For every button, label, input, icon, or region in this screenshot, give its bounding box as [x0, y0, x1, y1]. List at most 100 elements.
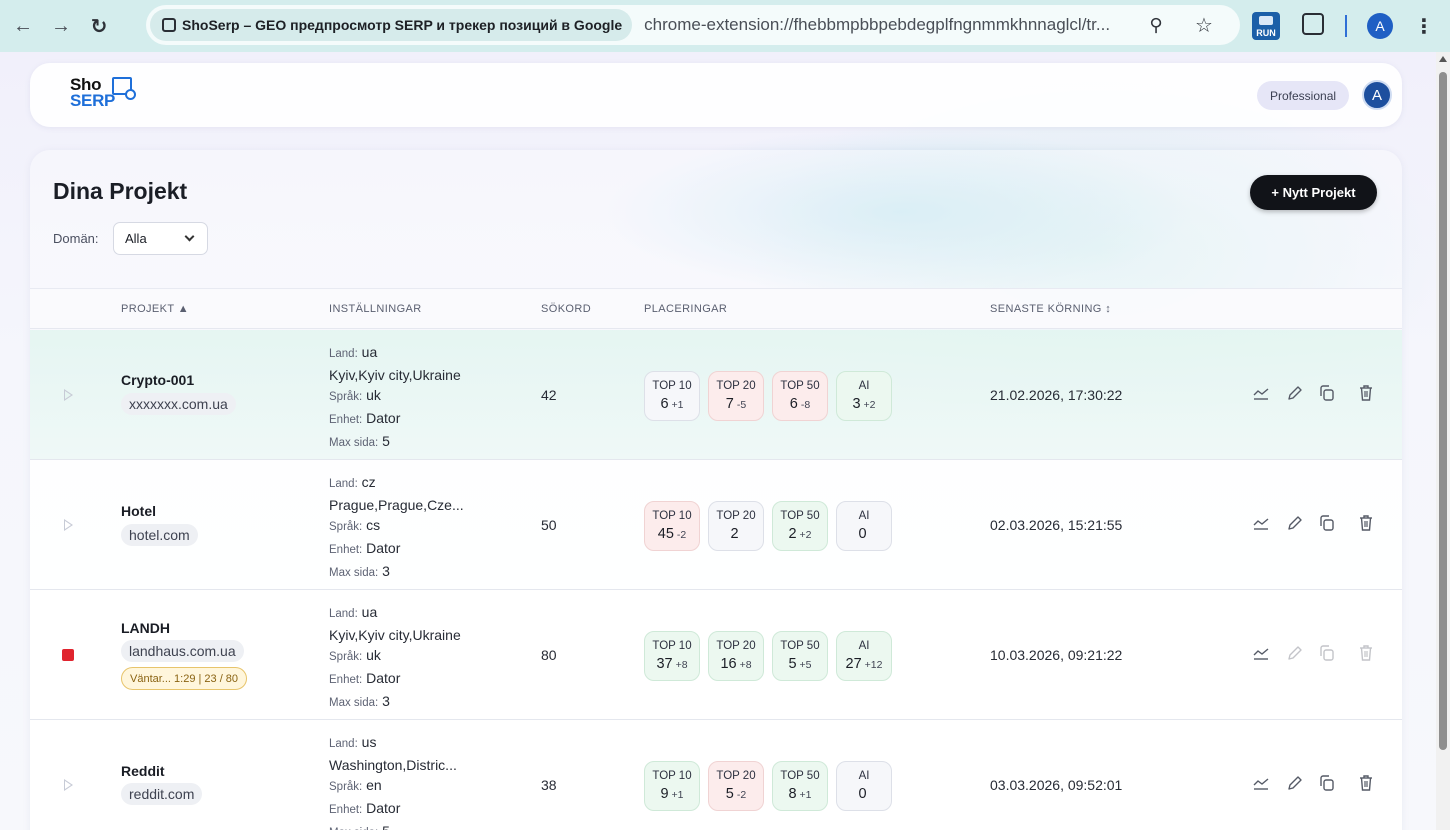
keyword-count: 42 [541, 387, 557, 403]
plan-badge: Professional [1257, 81, 1350, 110]
back-arrow-icon[interactable]: ← [8, 11, 38, 41]
pill-top20: TOP 20 5 -2 [708, 761, 764, 811]
setting-country-value: ua [361, 604, 378, 620]
copy-icon[interactable] [1316, 382, 1338, 404]
play-icon[interactable] [64, 779, 73, 791]
setting-language-value: en [366, 777, 382, 794]
edit-icon[interactable] [1284, 512, 1306, 534]
zoom-icon[interactable]: ⚲ [1144, 13, 1168, 37]
stats-icon[interactable] [1250, 772, 1272, 794]
pill-count: 27 [845, 656, 862, 672]
pill-value: 8 +1 [788, 786, 811, 802]
bookmark-star-icon[interactable]: ☆ [1192, 13, 1216, 37]
table-row[interactable]: Reddit reddit.com Land: us Washington,Di… [30, 720, 1402, 830]
pill-count: 7 [725, 396, 734, 412]
scrollbar-thumb[interactable] [1439, 72, 1447, 750]
copy-icon[interactable] [1316, 772, 1338, 794]
table-row[interactable]: Hotel hotel.com Land: cz Prague,Prague,C… [30, 460, 1402, 590]
pill-top50: TOP 50 6 -8 [772, 371, 828, 421]
browser-profile-avatar[interactable]: A [1367, 13, 1393, 39]
setting-language-key: Språk: [329, 521, 363, 534]
browser-menu-icon[interactable]: ⋮ [1414, 13, 1434, 39]
pill-count: 9 [660, 786, 669, 802]
play-icon[interactable] [64, 519, 73, 531]
pill-top50: TOP 50 5 +5 [772, 631, 828, 681]
last-run-time: 10.03.2026, 09:21:22 [990, 647, 1123, 663]
delete-icon[interactable] [1355, 382, 1377, 404]
setting-device-key: Enhet: [329, 544, 363, 557]
scroll-up-arrow-icon[interactable] [1439, 56, 1447, 62]
table-row[interactable]: Crypto-001 xxxxxxx.com.ua Land: ua Kyiv,… [30, 330, 1402, 460]
stats-icon[interactable] [1250, 642, 1272, 664]
toolbar-divider [1345, 15, 1347, 37]
project-domain: hotel.com [121, 524, 198, 546]
pill-label: TOP 50 [780, 770, 820, 782]
user-avatar[interactable]: A [1362, 80, 1392, 110]
site-info-chip[interactable]: ShoSerp – GEO предпросмотр SERP и трекер… [150, 9, 633, 41]
stats-icon[interactable] [1250, 512, 1272, 534]
pill-value: 6 +1 [660, 396, 683, 412]
setting-max-page-value: 3 [382, 562, 390, 579]
pill-label: AI [858, 770, 870, 782]
tab-title: ShoSerp – GEO предпросмотр SERP и трекер… [182, 17, 623, 33]
url-text[interactable]: chrome-extension://fhebbmpbbpebdegplfngn… [644, 15, 1144, 35]
setting-location: Kyiv,Kyiv city,Ukraine [329, 626, 461, 643]
pill-delta: -2 [676, 529, 687, 541]
table-row[interactable]: LANDH landhaus.com.ua Väntar... 1:29 | 2… [30, 590, 1402, 720]
logo-text-line2: SERP [70, 91, 116, 110]
stats-icon[interactable] [1250, 382, 1272, 404]
project-settings: Land: ua Kyiv,Kyiv city,Ukraine Språk: u… [329, 342, 509, 454]
pill-value: 45 -2 [658, 526, 686, 542]
page-content: Sho SERP Professional A Dina Projekt + N… [0, 52, 1436, 830]
setting-device: Enhet: Dator [329, 408, 509, 431]
project-name[interactable]: Reddit [121, 763, 165, 779]
last-run-time: 03.03.2026, 09:52:01 [990, 777, 1123, 793]
domain-filter-select[interactable]: Alla [113, 222, 208, 255]
pill-delta: +5 [799, 659, 812, 671]
pill-delta: -5 [736, 399, 747, 411]
new-project-button[interactable]: + Nytt Projekt [1250, 175, 1377, 210]
setting-location: Prague,Prague,Cze... [329, 496, 464, 513]
pill-ai: AI 3 +2 [836, 371, 892, 421]
page-scrollbar[interactable] [1436, 52, 1450, 830]
edit-icon[interactable] [1284, 642, 1306, 664]
copy-icon[interactable] [1316, 512, 1338, 534]
edit-icon[interactable] [1284, 772, 1306, 794]
pill-value: 7 -5 [726, 396, 746, 412]
pill-count: 0 [858, 526, 867, 542]
delete-icon[interactable] [1355, 642, 1377, 664]
setting-country-value: cz [361, 474, 376, 490]
column-project[interactable]: PROJEKT ▲ [121, 303, 189, 315]
project-domain: reddit.com [121, 783, 203, 805]
column-last-run[interactable]: SENASTE KÖRNING ↕ [990, 303, 1111, 315]
project-name[interactable]: Hotel [121, 503, 156, 519]
project-name[interactable]: Crypto-001 [121, 372, 194, 388]
pill-delta: -8 [800, 399, 811, 411]
delete-icon[interactable] [1355, 512, 1377, 534]
delete-icon[interactable] [1355, 772, 1377, 794]
edit-icon[interactable] [1284, 382, 1306, 404]
forward-arrow-icon[interactable]: → [46, 11, 76, 41]
column-keywords: SÖKORD [541, 303, 592, 315]
pill-count: 2 [788, 526, 797, 542]
pill-label: TOP 20 [716, 510, 756, 522]
shoserp-logo[interactable]: Sho SERP [70, 76, 116, 110]
project-name[interactable]: LANDH [121, 620, 170, 636]
setting-max-page-value: 3 [382, 692, 390, 709]
setting-max-page-value: 5 [382, 823, 390, 830]
reload-icon[interactable]: ↻ [84, 11, 114, 41]
stop-icon[interactable] [62, 649, 74, 661]
pill-count: 3 [852, 396, 861, 412]
run-extension-icon[interactable]: RUN [1252, 12, 1280, 40]
project-domain: landhaus.com.ua [121, 640, 244, 662]
pill-count: 6 [660, 396, 669, 412]
address-bar[interactable]: ShoSerp – GEO предпросмотр SERP и трекер… [146, 5, 1240, 45]
setting-max-page: Max sida: 5 [329, 821, 509, 830]
play-icon[interactable] [64, 389, 73, 401]
domain-filter-value: Alla [125, 231, 147, 246]
pill-delta: +1 [671, 789, 684, 801]
keyword-count: 80 [541, 647, 557, 663]
copy-icon[interactable] [1316, 642, 1338, 664]
setting-device-value: Dator [366, 410, 401, 427]
extensions-puzzle-icon[interactable] [1302, 13, 1324, 35]
